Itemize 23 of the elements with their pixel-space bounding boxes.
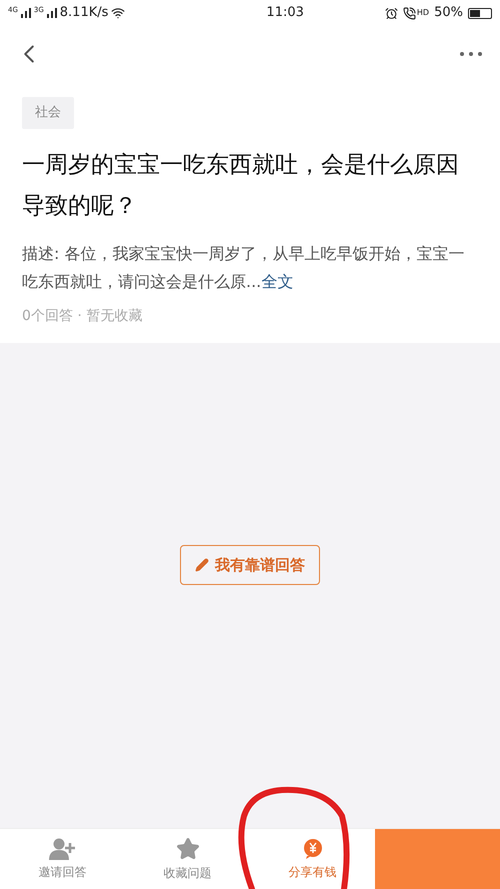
full-text-link[interactable]: 全文 xyxy=(261,272,294,290)
alarm-icon xyxy=(384,6,398,20)
bottom-tab[interactable]: 收藏问题 xyxy=(125,829,250,889)
bottom-tab[interactable]: 分享有钱 xyxy=(250,829,375,889)
question-description: 描述: 各位，我家宝宝快一周岁了，从早上吃早饭开始，宝宝一吃东西就吐，请问这会是什么原...全文 xyxy=(22,242,466,292)
battery-icon xyxy=(468,8,492,18)
signal-icon xyxy=(46,8,57,18)
hd-label: HD xyxy=(416,7,430,20)
bottom-tab[interactable]: 邀请回答 xyxy=(0,829,125,889)
question-title: 一周岁的宝宝一吃东西就吐，会是什么原因导致的呢？ xyxy=(22,150,460,220)
signal-icon xyxy=(20,8,31,18)
star-icon xyxy=(176,836,200,860)
clock: 11:03 xyxy=(266,4,304,22)
yuan-bubble-icon xyxy=(302,838,324,860)
category-tag[interactable]: 社会 xyxy=(22,97,74,128)
wifi-icon xyxy=(111,6,126,20)
answer-meta: 0个回答 · 暂无收藏 xyxy=(22,306,144,326)
network-speed: 8.11K/s xyxy=(60,4,108,22)
answer-button[interactable]: 我有靠谱回答 xyxy=(180,545,320,586)
pencil-icon xyxy=(195,558,209,572)
battery-percent: 50% xyxy=(434,4,463,22)
add-user-icon xyxy=(48,838,76,860)
phone-icon xyxy=(402,6,416,20)
